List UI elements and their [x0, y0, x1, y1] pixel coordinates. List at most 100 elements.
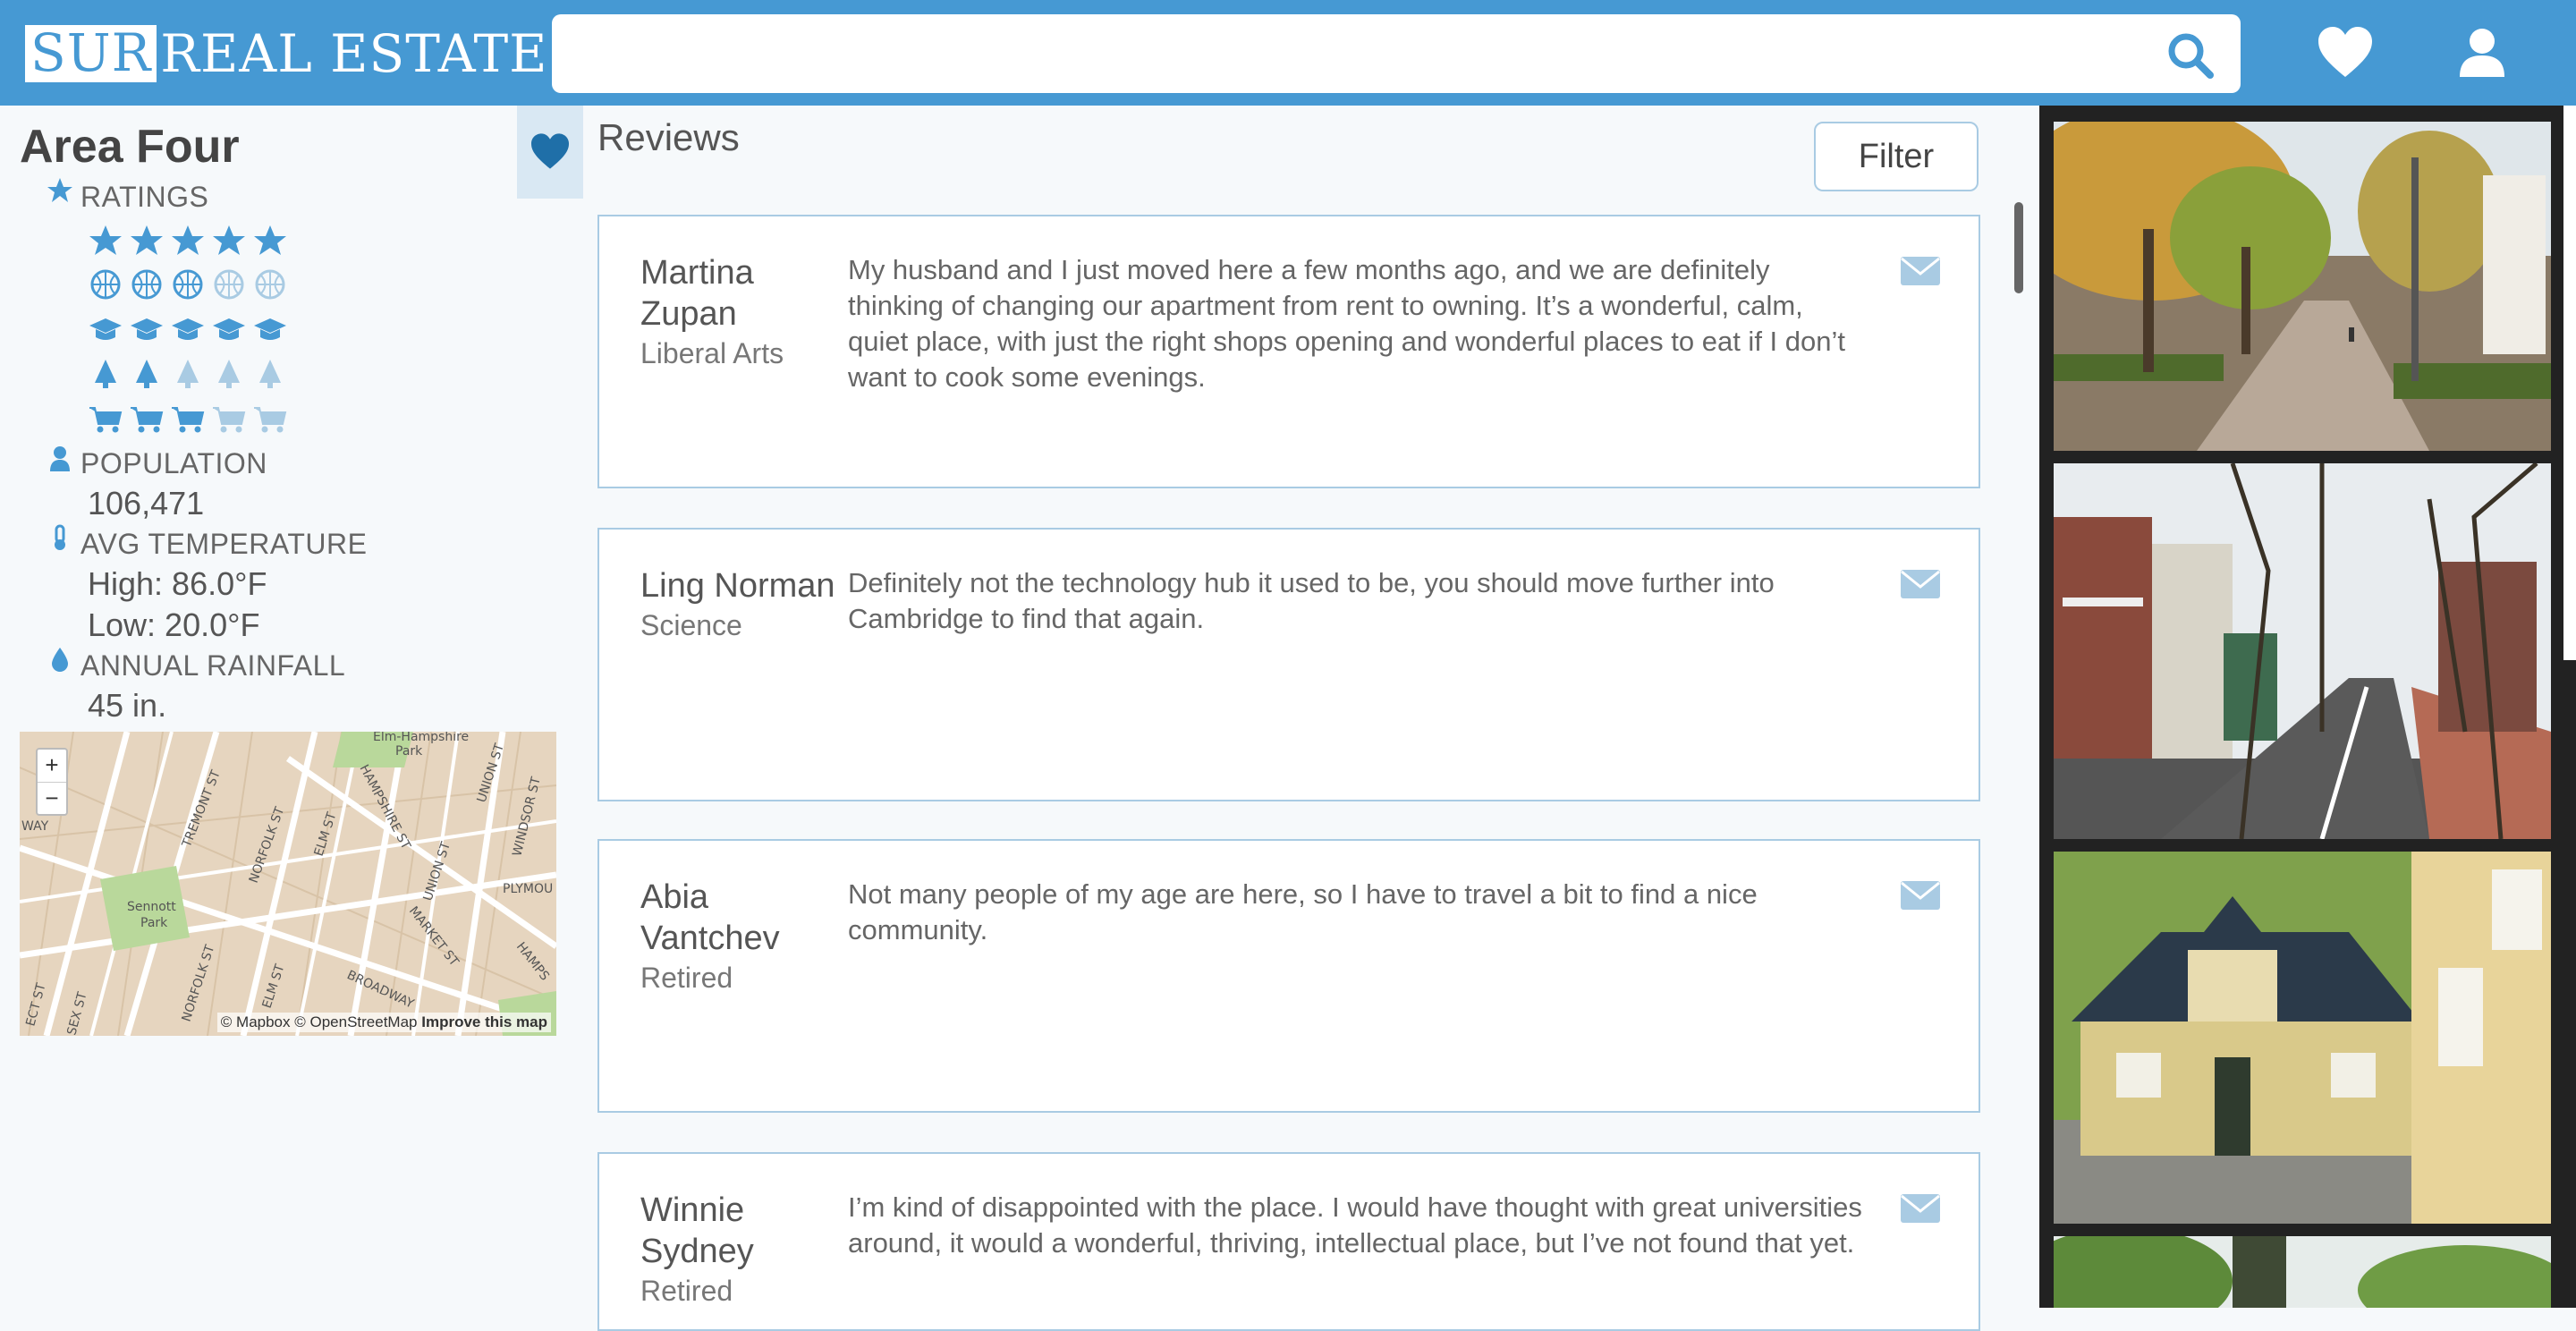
cart-icon: [172, 407, 205, 433]
basketball-icon: [173, 269, 203, 300]
basketball-icon: [90, 269, 121, 300]
tree-icon: [259, 360, 281, 388]
reviewer-name-text: Martina Zupan: [640, 254, 754, 333]
temperature-high: High: 86.0°F: [88, 565, 267, 602]
star-icon: [213, 225, 245, 255]
area-info-panel: Area Four RATINGS POPULATION 106,471 AVG…: [0, 106, 583, 1308]
review-card: Winnie Sydney Retired I’m kind of disapp…: [597, 1152, 1980, 1331]
map-attribution: © Mapbox © OpenStreetMap Improve this ma…: [216, 1013, 551, 1032]
filter-button[interactable]: Filter: [1814, 122, 1979, 191]
photo-autumn-park-path[interactable]: [2054, 122, 2551, 451]
logo[interactable]: SUR REAL ESTATE: [25, 23, 548, 84]
rainfall-label: ANNUAL RAINFALL: [80, 649, 346, 682]
map-tiles: Elm-Hampshire Park Sennott Park TREMONT …: [20, 732, 556, 1036]
tree-icon: [136, 360, 157, 388]
reviewer-name-text: Winnie Sydney: [640, 1191, 754, 1270]
map-attribution-text: © Mapbox © OpenStreetMap: [220, 1013, 418, 1030]
thermometer-icon: [55, 524, 65, 550]
reviewer-role: Science: [640, 609, 742, 641]
temperature-low: Low: 20.0°F: [88, 606, 260, 643]
mail-icon[interactable]: [1900, 256, 1941, 286]
photo-image: [2054, 852, 2551, 1224]
rainfall-value: 45 in.: [88, 687, 167, 724]
cart-icon: [131, 407, 164, 433]
tree-icon: [218, 360, 240, 388]
logo-text: REAL ESTATE: [160, 23, 548, 84]
svg-text:Sennott: Sennott: [127, 900, 176, 914]
rating-row-nature: [88, 358, 288, 394]
favorite-toggle[interactable]: [517, 106, 583, 199]
star-icon: [172, 225, 204, 255]
reviews-title: Reviews: [597, 116, 740, 158]
page-scrollbar[interactable]: [2563, 106, 2576, 660]
rating-row-sports: [88, 268, 288, 304]
tree-icon: [95, 360, 116, 388]
population-value: 106,471: [88, 485, 205, 521]
map-zoom-control: + −: [36, 748, 68, 816]
reviewer-name: Ling Norman Science: [640, 565, 855, 644]
mail-icon[interactable]: [1900, 569, 1941, 599]
review-card: Ling Norman Science Definitely not the t…: [597, 528, 1980, 801]
search-bar: [552, 14, 2241, 93]
reviewer-role: Liberal Arts: [640, 337, 784, 369]
star-icon: [47, 178, 72, 202]
review-text: Not many people of my age are here, so I…: [848, 878, 1758, 945]
graduation-cap-icon: [254, 318, 286, 340]
reviewer-name: Winnie Sydney Retired: [640, 1190, 855, 1310]
reviewer-name-text: Abia Vantchev: [640, 878, 780, 957]
photo-image: [2054, 463, 2551, 839]
reviewer-name: Abia Vantchev Retired: [640, 877, 855, 996]
photo-image: [2054, 1236, 2551, 1308]
graduation-cap-icon: [213, 318, 245, 340]
reviewer-name: Martina Zupan Liberal Arts: [640, 252, 855, 372]
rating-row-education: [88, 313, 288, 349]
search-icon[interactable]: [2165, 30, 2216, 81]
photo-yellow-house[interactable]: [2054, 852, 2551, 1224]
star-icon: [89, 225, 122, 255]
svg-text:Park: Park: [395, 744, 423, 759]
photo-image: [2054, 122, 2551, 451]
user-account-icon[interactable]: [2458, 27, 2506, 79]
photo-green-trees[interactable]: [2054, 1236, 2551, 1308]
person-icon: [50, 446, 70, 471]
review-card: Martina Zupan Liberal Arts My husband an…: [597, 215, 1980, 488]
star-icon: [131, 225, 163, 255]
graduation-cap-icon: [89, 318, 122, 340]
cart-icon: [89, 407, 123, 433]
svg-text:PLYMOU: PLYMOU: [503, 882, 553, 896]
favorites-heart-icon[interactable]: [2317, 25, 2374, 79]
zoom-in-button[interactable]: +: [38, 750, 66, 782]
heart-icon: [531, 133, 569, 169]
temperature-label: AVG TEMPERATURE: [80, 528, 368, 560]
basketball-icon: [131, 269, 162, 300]
svg-text:Elm-Hampshire: Elm-Hampshire: [373, 732, 469, 744]
cart-icon: [254, 407, 287, 433]
logo-boxed-text: SUR: [25, 25, 157, 82]
photo-gallery: [2039, 106, 2576, 1308]
graduation-cap-icon: [131, 318, 163, 340]
reviews-scrollbar[interactable]: [2014, 202, 2023, 293]
cart-icon: [213, 407, 246, 433]
reviewer-name-text: Ling Norman: [640, 567, 835, 605]
review-text: My husband and I just moved here a few m…: [848, 254, 1845, 393]
improve-map-link[interactable]: Improve this map: [421, 1013, 547, 1030]
star-icon: [254, 225, 286, 255]
ratings-label: RATINGS: [80, 181, 209, 213]
area-map[interactable]: Elm-Hampshire Park Sennott Park TREMONT …: [20, 732, 556, 1036]
tree-icon: [177, 360, 199, 388]
zoom-out-button[interactable]: −: [38, 782, 66, 814]
population-label: POPULATION: [80, 447, 267, 479]
rating-row-stars: [88, 224, 288, 259]
top-bar: SUR REAL ESTATE: [0, 0, 2576, 106]
basketball-icon: [214, 269, 244, 300]
reviewer-role: Retired: [640, 962, 733, 994]
raindrop-icon: [52, 648, 68, 672]
mail-icon[interactable]: [1900, 880, 1941, 911]
rating-row-shopping: [88, 403, 288, 438]
svg-text:WAY: WAY: [21, 819, 49, 834]
basketball-icon: [255, 269, 285, 300]
search-input[interactable]: [552, 14, 2241, 93]
photo-residential-street[interactable]: [2054, 463, 2551, 839]
mail-icon[interactable]: [1900, 1193, 1941, 1224]
review-text: I’m kind of disappointed with the place.…: [848, 1191, 1862, 1259]
